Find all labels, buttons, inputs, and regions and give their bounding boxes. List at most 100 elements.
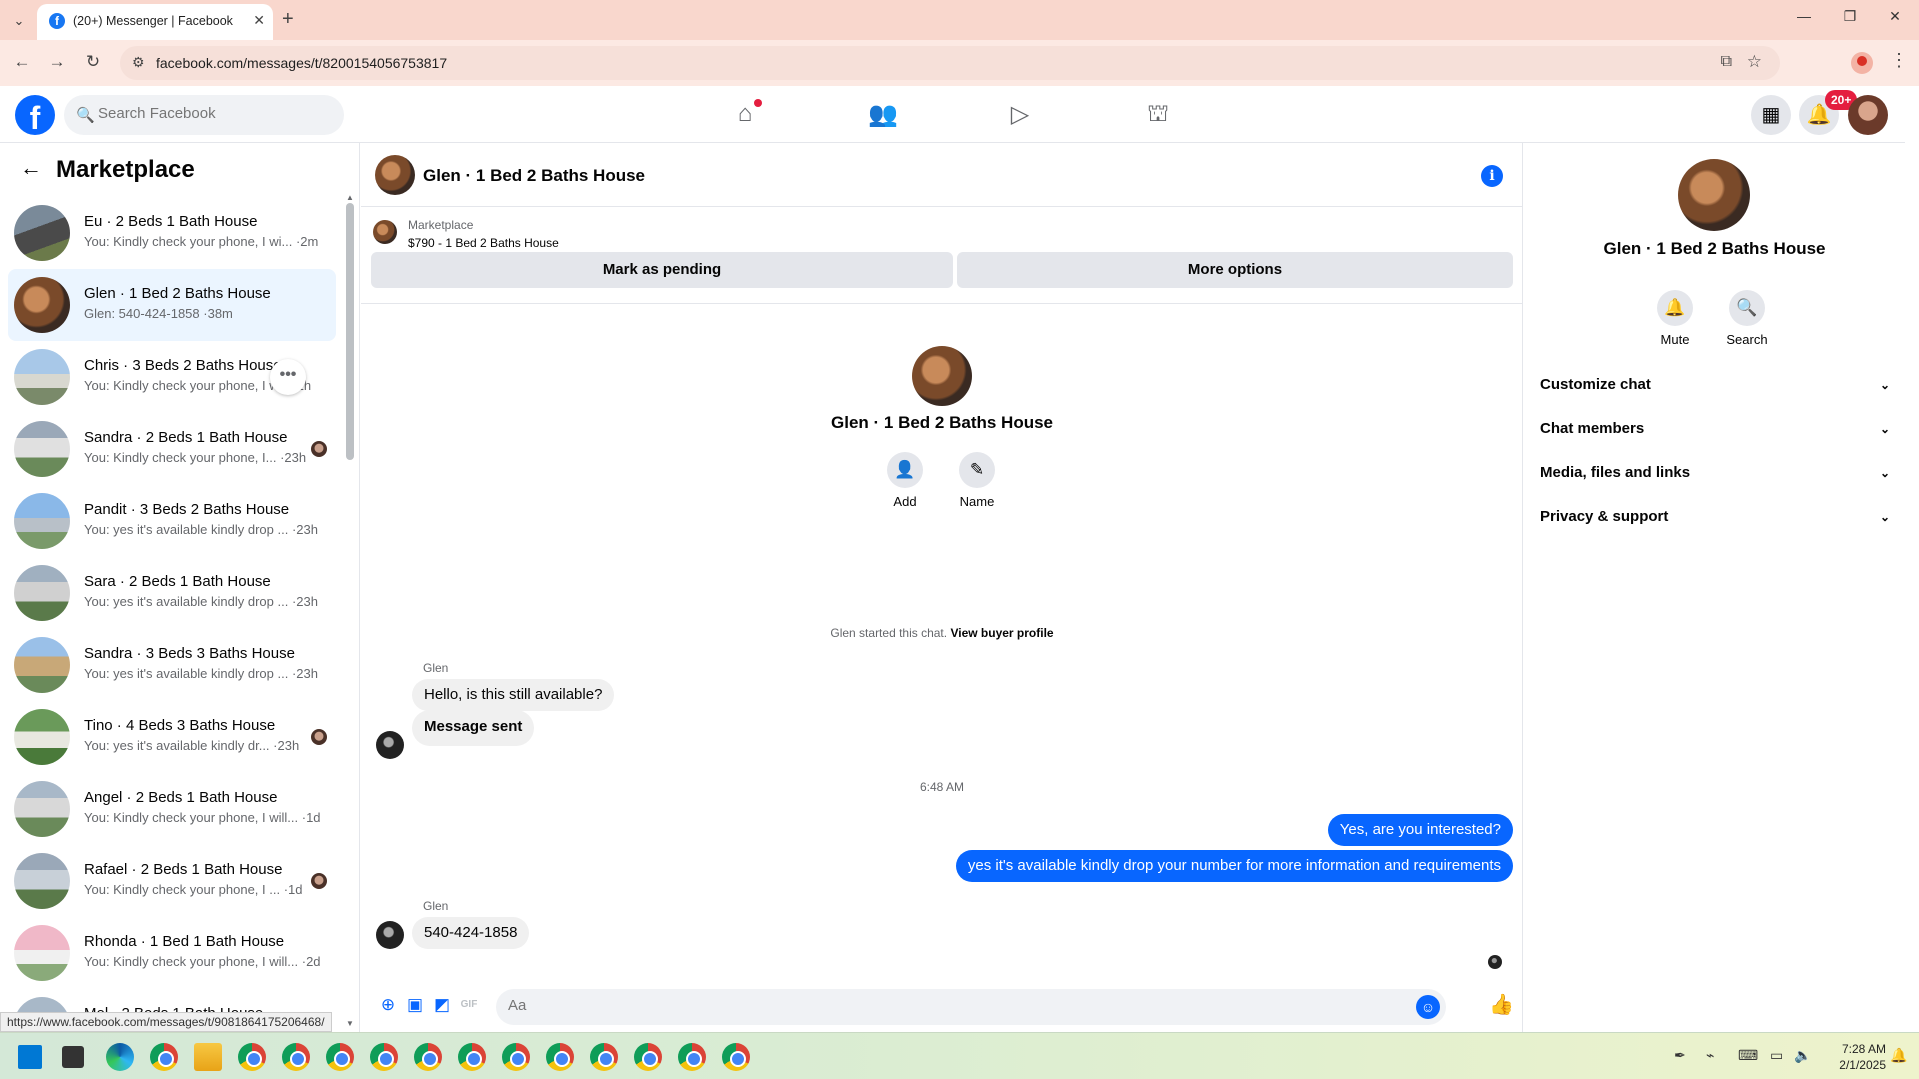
gif-icon[interactable]: GIF [458,994,480,1016]
keyboard-icon[interactable]: ⌨ [1738,1047,1758,1064]
sender-avatar[interactable] [376,921,404,949]
chrome-icon[interactable] [414,1043,442,1071]
outgoing-message-bubble[interactable]: yes it's available kindly drop your numb… [955,850,1513,882]
plus-icon[interactable]: ⊕ [377,994,399,1016]
photo-icon[interactable]: ▣ [404,994,426,1016]
message-bubble[interactable]: Hello, is this still available? [412,679,615,711]
search-in-chat-button[interactable]: 🔍 Search [1717,290,1777,347]
minimize-icon[interactable]: — [1784,8,1824,24]
chrome-icon[interactable] [238,1043,266,1071]
close-tab-icon[interactable]: ✕ [253,12,265,29]
scrollbar-thumb[interactable] [346,203,354,460]
search-input[interactable] [98,105,328,122]
chrome-icon[interactable] [326,1043,354,1071]
sticker-icon[interactable]: ◩ [431,994,453,1016]
chrome-icon[interactable] [722,1043,750,1071]
sidebar-scrollbar[interactable]: ▲ ▼ [344,193,356,1028]
chrome-icon[interactable] [150,1043,178,1071]
chrome-icon[interactable] [634,1043,662,1071]
media-files-links-section[interactable]: Media, files and links ⌄ [1540,455,1890,491]
pen-icon[interactable]: ✒ [1674,1047,1686,1064]
conversation-item[interactable]: Rhonda · 1 Bed 1 Bath House You: Kindly c… [8,917,336,989]
chrome-icon[interactable] [546,1043,574,1071]
file-explorer-icon[interactable] [194,1043,222,1071]
new-tab-icon[interactable]: + [282,8,294,31]
marketplace-icon[interactable]: ⛫ [1140,100,1176,130]
listing-thumbnail[interactable] [373,220,397,244]
conversation-item[interactable]: Sandra · 3 Beds 3 Baths House You: yes it… [8,629,336,701]
chrome-icon[interactable] [458,1043,486,1071]
name-button[interactable]: ✎ Name [947,452,1007,509]
video-icon[interactable]: ▷ [1002,100,1038,130]
chevron-down-icon: ⌄ [1879,466,1890,480]
windows-start-icon[interactable] [18,1045,42,1069]
notification-center-icon[interactable]: 🔔 [1890,1047,1907,1064]
back-arrow-icon[interactable]: ← [20,155,42,181]
volume-icon[interactable]: 🔈 [1794,1047,1811,1064]
scroll-down-icon[interactable]: ▼ [346,1019,354,1028]
browser-menu-icon[interactable]: ⋮ [1890,50,1908,71]
taskbar-clock[interactable]: 7:28 AM 2/1/2025 [1826,1041,1886,1073]
install-app-icon[interactable]: ⧉ [1721,53,1732,71]
tab-search-icon[interactable]: ⌄ [8,10,30,32]
bookmark-star-icon[interactable]: ☆ [1747,52,1762,72]
add-button[interactable]: 👤 Add [875,452,935,509]
conversation-item[interactable]: Pandit · 3 Beds 2 Baths House You: yes it… [8,485,336,557]
conversation-item[interactable]: Sara · 2 Beds 1 Bath House You: yes it's … [8,557,336,629]
conversation-name: Angel · 2 Beds 1 Bath House [84,789,278,806]
chrome-icon[interactable] [678,1043,706,1071]
conversation-snippet: You: Kindly check your phone, I wi... ·2… [84,234,319,249]
more-options-icon[interactable]: ••• [270,359,306,395]
conversation-item[interactable]: Eu · 2 Beds 1 Bath House You: Kindly chec… [8,197,336,269]
message-bubble[interactable]: 540-424-1858 [412,917,530,949]
restore-icon[interactable]: ❐ [1830,8,1870,25]
chrome-icon[interactable] [590,1043,618,1071]
message-input[interactable] [508,997,1388,1014]
chat-avatar[interactable] [375,155,415,195]
display-icon[interactable]: ▭ [1770,1047,1783,1064]
view-buyer-profile-link[interactable]: View buyer profile [950,626,1053,640]
chat-members-section[interactable]: Chat members ⌄ [1540,411,1890,447]
page-scrollbar[interactable] [1905,86,1919,1032]
edge-browser-icon[interactable] [106,1043,134,1071]
site-info-icon[interactable]: ⚙ [132,54,145,71]
mute-button[interactable]: 🔔 Mute [1645,290,1705,347]
sender-avatar[interactable] [376,731,404,759]
conversation-item[interactable]: Angel · 2 Beds 1 Bath House You: Kindly c… [8,773,336,845]
info-icon[interactable]: i [1481,165,1503,187]
facebook-logo-icon[interactable]: f [15,95,55,135]
task-view-icon[interactable] [62,1046,84,1068]
chrome-icon[interactable] [370,1043,398,1071]
account-avatar[interactable] [1848,95,1888,135]
message-bubble[interactable]: Message sent [412,710,535,746]
privacy-support-section[interactable]: Privacy & support ⌄ [1540,499,1890,535]
conversation-item[interactable]: Glen · 1 Bed 2 Baths House Glen: 540-424-… [8,269,336,341]
url-field[interactable]: ⚙ facebook.com/messages/t/82001540567538… [120,46,1780,80]
more-options-button[interactable]: More options [957,252,1513,288]
network-icon[interactable]: ⌁ [1706,1047,1714,1064]
mark-as-pending-button[interactable]: Mark as pending [371,252,953,288]
conversation-item[interactable]: Tino · 4 Beds 3 Baths House You: yes it's… [8,701,336,773]
thumbs-up-icon[interactable]: 👍 [1489,994,1514,1016]
chrome-icon[interactable] [502,1043,530,1071]
browser-profile-avatar[interactable] [1851,52,1873,74]
reload-icon[interactable]: ↻ [81,52,105,72]
facebook-search[interactable]: 🔍 [64,95,344,135]
close-window-icon[interactable]: ✕ [1875,8,1915,25]
chrome-icon[interactable] [282,1043,310,1071]
scroll-up-icon[interactable]: ▲ [346,193,354,202]
chat-title[interactable]: Glen · 1 Bed 2 Baths House [423,166,645,186]
outgoing-message-bubble[interactable]: Yes, are you interested? [1327,814,1513,846]
listing-price[interactable]: $790 - 1 Bed 2 Baths House [408,236,559,250]
friends-icon[interactable]: 👥 [865,100,901,130]
emoji-icon[interactable]: ☺ [1416,995,1440,1019]
conversation-item[interactable]: Chris · 3 Beds 2 Baths House You: Kindly … [8,341,336,413]
customize-chat-section[interactable]: Customize chat ⌄ [1540,367,1890,403]
conversation-item[interactable]: Rafael · 2 Beds 1 Bath House You: Kindly … [8,845,336,917]
browser-tab[interactable]: f (20+) Messenger | Facebook ✕ [37,4,273,40]
conversation-item[interactable]: Sandra · 2 Beds 1 Bath House You: Kindly … [8,413,336,485]
back-icon[interactable]: ← [10,52,34,72]
forward-icon[interactable]: → [45,52,69,72]
menu-grid-icon[interactable]: ▦ [1751,95,1791,135]
message-input-box[interactable]: ☺ [496,989,1446,1025]
